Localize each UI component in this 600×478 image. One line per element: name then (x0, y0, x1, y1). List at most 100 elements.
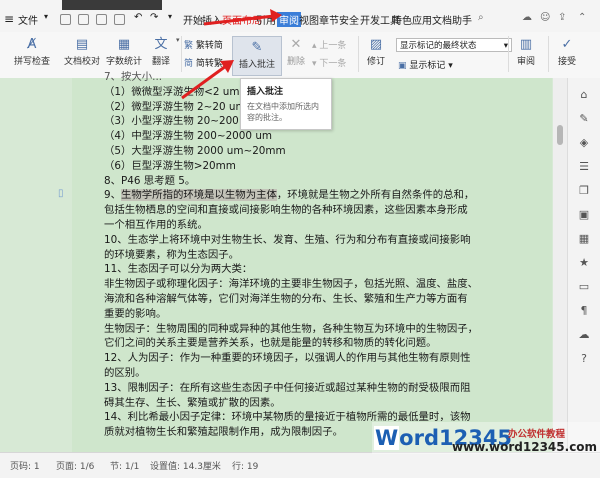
save-icon[interactable] (60, 14, 71, 25)
undo-icon[interactable]: ↶ (134, 12, 142, 23)
paragraph-marker-icon[interactable]: ▯ (58, 188, 64, 199)
annotation-arrow-to-insert-comment (181, 60, 234, 100)
insert-comment-tooltip: 插入批注 在文档中添加所选内容的批注。 (240, 78, 332, 130)
divider (358, 36, 359, 72)
watermark-logo-w: W (374, 426, 400, 450)
word-count-icon: ▦ (117, 37, 131, 52)
selected-text[interactable]: 生物学所指的环境是以生物为主体 (121, 189, 277, 202)
prev-label: 上一条 (319, 41, 347, 51)
watermark-url: www.word12345.com (452, 440, 598, 454)
tab-view[interactable]: 视图 (299, 12, 319, 27)
doc-line: 12、人为因子：作为一种重要的环境因子，以强调人的作用与其他生物有原则性 (104, 352, 471, 365)
tooltip-description: 在文档中添加所选内容的批注。 (247, 102, 319, 122)
tab-features[interactable]: 特色应用 (392, 12, 432, 27)
menu-icon[interactable]: ≡ (4, 12, 14, 26)
share-icon[interactable]: ⇪ (558, 12, 566, 23)
prev-icon: ▴ (312, 41, 317, 51)
next-icon: ▾ (312, 59, 317, 69)
bookmark-icon[interactable]: ★ (577, 256, 591, 270)
status-row: 行: 19 (232, 462, 259, 472)
word-count-button[interactable]: ▦ 字数统计 (104, 36, 144, 67)
status-page-number: 页码: 1 (10, 462, 40, 472)
navigation-icon[interactable]: ☰ (577, 160, 591, 174)
doc-line: 海流和各种溶解气体等，它们对海洋生物的分布、生长、繁殖和生产力等方面有 (104, 292, 468, 305)
doc-line: 的环境要素，称为生态因子。 (104, 248, 240, 261)
status-setting: 设置值: 14.3厘米 (150, 462, 221, 472)
menu-file[interactable]: 文件 (18, 12, 38, 27)
doc-line: 10、生态学上将环境中对生物生长、发育、生殖、行为和分布有直接或间接影响 (104, 233, 471, 246)
doc-line: 8、P46 思考题 5。 (104, 174, 196, 187)
spell-check-button[interactable]: A̸ 拼写检查 (12, 36, 52, 67)
doc-line: 的区别。 (104, 366, 146, 379)
revise-icon: ▨ (369, 37, 383, 52)
review-button[interactable]: ▥ 审阅 (512, 36, 540, 67)
pen-icon[interactable]: ✎ (577, 112, 591, 126)
next-comment-button[interactable]: ▾ 下一条 (312, 56, 346, 69)
shapes-icon[interactable]: ◈ (577, 136, 591, 150)
revise-button[interactable]: ▨ 修订 (362, 36, 390, 67)
more-icon[interactable]: ▾ (168, 12, 172, 21)
accept-icon: ✓ (561, 37, 573, 52)
user-icon[interactable]: ☺ (540, 12, 550, 23)
delete-comment-button[interactable]: ✕ 删除 (282, 36, 310, 67)
display-mode-value: 显示标记的最终状态 (400, 41, 477, 51)
translate-label: 翻译 (151, 57, 170, 67)
annotation-arrow-to-review-tab (203, 9, 282, 26)
translate-button[interactable]: 文 翻译 (146, 36, 176, 67)
spell-check-icon: A̸ (27, 37, 37, 52)
collapse-ribbon-icon[interactable]: ⌃ (578, 12, 586, 23)
prev-comment-button[interactable]: ▴ 上一条 (312, 38, 346, 51)
doc-line: 非生物因子或称理化因子：海洋环境的主要非生物因子，包括光照、温度、盐度、 (104, 278, 479, 291)
doc-line-selected: 9、生物学所指的环境是以生物为主体，环境就是生物之外所有自然条件的总和， (104, 189, 475, 202)
search-icon[interactable]: ⌕ (478, 12, 484, 23)
cloud-sync-icon[interactable]: ☁ (577, 328, 591, 342)
chevron-down-icon[interactable]: ▾ (44, 12, 48, 21)
doc-line: 重要的影响。 (104, 307, 167, 320)
doc-line: 生物因子：生物周围的同种或异种的其他生物，各种生物互为环境中的生物因子， (104, 322, 479, 335)
doc-proof-button[interactable]: ▤ 文档校对 (62, 36, 102, 67)
tab-chapter[interactable]: 章节 (319, 12, 339, 27)
doc-line: 包括生物栖息的空间和直接或间接影响生物的各种环境因素，这些因素本身形成 (104, 204, 468, 217)
print-icon[interactable] (96, 14, 107, 25)
tooltip-title: 插入批注 (247, 87, 284, 97)
open-icon[interactable] (78, 14, 89, 25)
select-icon[interactable]: ⌂ (577, 88, 591, 102)
doc-line-rest: ，环境就是生物之外所有自然条件的总和， (276, 189, 475, 202)
doc-line: （4）中型浮游生物 200~2000 um (104, 130, 273, 143)
layers-icon[interactable]: ❐ (577, 184, 591, 198)
word-count-label: 字数统计 (105, 57, 142, 67)
accept-button[interactable]: ✓ 接受 (552, 36, 582, 67)
tab-security[interactable]: 安全 (339, 12, 359, 27)
spell-check-label: 拼写检查 (13, 57, 50, 67)
redo-icon[interactable]: ↷ (150, 12, 158, 23)
document-text[interactable]: 7、按大小... （1）微微型浮游生物<2 um （2）微型浮游生物 2~20 … (104, 71, 504, 440)
table-icon[interactable]: ▦ (577, 232, 591, 246)
review-label: 审阅 (516, 57, 535, 67)
title-strip (62, 0, 162, 10)
translate-icon: 文 (154, 37, 168, 52)
style-icon[interactable]: ¶ (577, 304, 591, 318)
doc-proof-label: 文档校对 (63, 57, 100, 67)
help-icon[interactable]: ? (577, 352, 591, 366)
accept-label: 接受 (557, 57, 576, 67)
cloud-icon[interactable]: ☁ (522, 12, 532, 23)
doc-proof-icon: ▤ (75, 37, 89, 52)
divider (508, 36, 509, 72)
tab-assistant[interactable]: 文档助手 (432, 12, 472, 27)
delete-label: 删除 (286, 57, 305, 67)
doc-line: 11、生态因子可以分为两大类： (104, 263, 253, 276)
insert-comment-label: 插入批注 (238, 60, 275, 70)
comment-icon: ✎ (251, 40, 263, 55)
watermark-tagline: 办公软件教程 (508, 429, 566, 440)
doc-line: （5）大型浮游生物 2000 um~20mm (104, 144, 286, 157)
doc-line: 碍其生存、生长、繁殖或扩散的因素。 (104, 396, 281, 409)
display-mode-select[interactable]: 显示标记的最终状态 ▾ (396, 38, 512, 52)
status-page-count[interactable]: 页面: 1/6 (56, 459, 94, 472)
doc-line: 一个相互作用的系统。 (104, 218, 208, 231)
scrollbar-thumb[interactable] (557, 125, 563, 145)
comment-panel-icon[interactable]: ▭ (577, 280, 591, 294)
image-icon[interactable]: ▣ (577, 208, 591, 222)
review-icon: ▥ (519, 37, 533, 52)
preview-icon[interactable] (114, 14, 125, 25)
doc-line: （6）巨型浮游生物>20mm (104, 159, 236, 172)
